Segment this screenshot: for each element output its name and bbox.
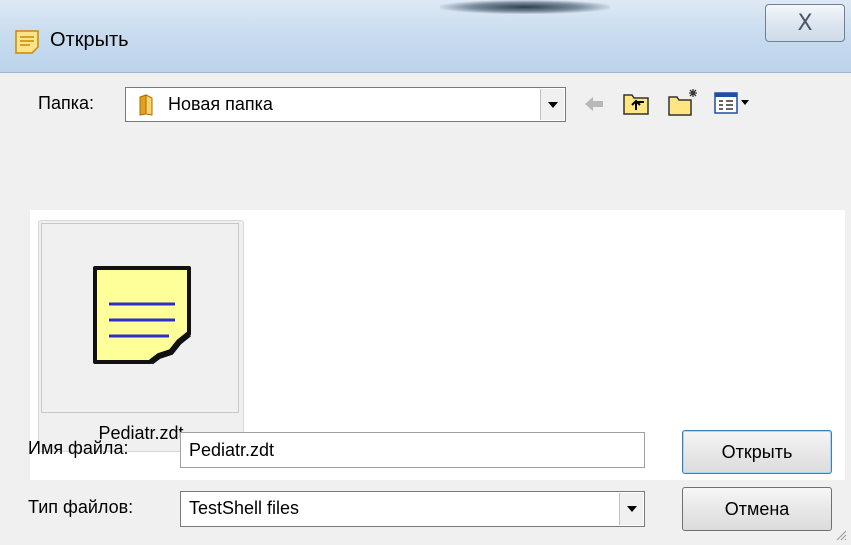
folder-icon [139, 94, 153, 116]
filetype-combo[interactable]: TestShell files [180, 491, 645, 527]
resize-grip-icon[interactable] [833, 527, 847, 541]
close-icon: X [797, 11, 813, 36]
title-bar-glow [440, 0, 610, 14]
open-button[interactable]: Открыть [682, 430, 832, 474]
title-bar[interactable]: Открыть X [0, 0, 851, 73]
chevron-down-icon[interactable] [540, 89, 564, 120]
folder-value: Новая папка [168, 94, 273, 114]
dialog-body: Папка: Новая папка Pediatr.zdt Имя файла… [0, 73, 851, 545]
view-menu-icon[interactable] [713, 90, 753, 116]
filename-value: Pediatr.zdt [189, 440, 275, 460]
chevron-down-icon[interactable] [619, 493, 643, 525]
file-thumbnail [41, 223, 239, 413]
filename-label: Имя файла: [28, 438, 129, 458]
cancel-button[interactable]: Отмена [682, 487, 832, 531]
up-folder-icon[interactable] [622, 90, 650, 116]
new-folder-icon[interactable] [667, 87, 699, 117]
back-arrow-icon[interactable] [582, 93, 606, 115]
window-title: Открыть [50, 29, 129, 51]
note-document-icon [93, 266, 191, 365]
open-dialog-icon [15, 30, 39, 54]
close-button[interactable]: X [765, 4, 845, 42]
file-item[interactable]: Pediatr.zdt [38, 220, 244, 452]
filetype-value: TestShell files [189, 498, 300, 518]
folder-label: Папка: [38, 93, 94, 113]
filetype-label: Тип файлов: [28, 497, 134, 517]
filename-input[interactable]: Pediatr.zdt [180, 432, 645, 468]
folder-combo[interactable]: Новая папка [125, 87, 566, 122]
